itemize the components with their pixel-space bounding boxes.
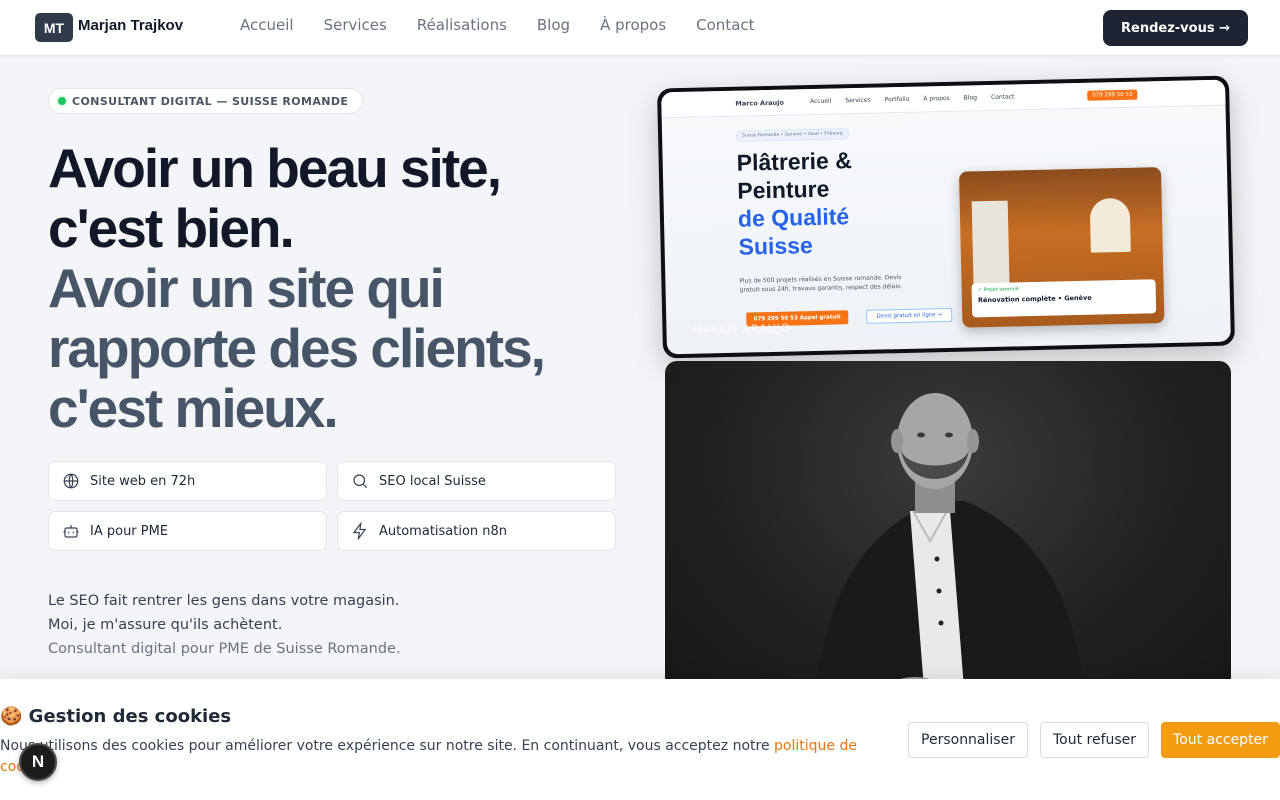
mockup-screen: Marco Araujo Accueil Services Portfolio … [661, 79, 1231, 355]
feature-seo-local[interactable]: SEO local Suisse [337, 461, 616, 501]
headline-line: c'est bien. [48, 197, 295, 259]
mockup-title-line: Suisse [738, 232, 814, 260]
feature-automatisation[interactable]: Automatisation n8n [337, 511, 616, 551]
feature-grid: Site web en 72h SEO local Suisse IA pour… [48, 461, 616, 551]
photo-tag: ✓ Projet terminé [977, 286, 1019, 294]
bot-icon [63, 525, 79, 538]
headline-line: Avoir un site qui [48, 257, 445, 319]
lightning-icon [352, 522, 367, 540]
cookie-banner: 🍪 Gestion des cookies Nous utilisons des… [0, 679, 1280, 800]
feature-label: Automatisation n8n [379, 523, 508, 539]
mockup-phone: 079 299 50 53 [1087, 89, 1138, 101]
feature-site-web[interactable]: Site web en 72h [48, 461, 327, 501]
mockup-description: Plus de 500 projets réalisés en Suisse r… [739, 274, 903, 294]
nav-contact[interactable]: Contact [696, 16, 754, 34]
mockup-title-line: Peinture [737, 175, 830, 204]
cookie-text: Nous utilisons des cookies pour améliore… [0, 736, 880, 778]
headline-line: Avoir un beau site, [48, 137, 502, 199]
mockup-title: Plâtrerie & Peinture de Qualité Suisse [736, 146, 854, 261]
mockup-title-line: Plâtrerie & [736, 147, 853, 176]
globe-icon [63, 473, 79, 489]
tagline-line: Le SEO fait rentrer les gens dans votre … [48, 593, 400, 609]
status-dot [58, 97, 66, 105]
room-door [971, 200, 1010, 286]
rendez-vous-button[interactable]: Rendez-vous → [1103, 10, 1248, 46]
site-header: MT Marjan Trajkov Accueil Services Réali… [0, 0, 1280, 56]
nav-a-propos[interactable]: À propos [600, 16, 666, 34]
headline-line: rapporte des clients, [48, 317, 546, 379]
nav-accueil[interactable]: Accueil [240, 16, 294, 34]
portrait-figure [815, 393, 1085, 701]
main-nav: Accueil Services Réalisations Blog À pro… [240, 16, 785, 34]
tagline-line: Moi, je m'assure qu'ils achètent. [48, 617, 283, 633]
hero-headline: Avoir un beau site, c'est bien. Avoir un… [48, 137, 546, 439]
cookie-message: Nous utilisons des cookies pour améliore… [0, 738, 775, 754]
logo-name[interactable]: Marjan Trajkov [78, 17, 183, 34]
nav-services[interactable]: Services [324, 16, 387, 34]
photo-caption-text: Rénovation complète • Genève [977, 293, 1092, 305]
mockup-brand: Marco Araujo [735, 98, 785, 108]
nav-blog[interactable]: Blog [537, 16, 570, 34]
nav-realisations[interactable]: Réalisations [417, 16, 507, 34]
headline-line: c'est mieux. [48, 377, 339, 439]
feature-label: Site web en 72h [90, 473, 196, 489]
logo-badge[interactable]: MT [35, 13, 73, 42]
mockup-nav-item: Services [845, 96, 871, 105]
tagline-subline: Consultant digital pour PME de Suisse Ro… [48, 641, 401, 657]
feature-label: IA pour PME [90, 523, 169, 539]
mockup-room-photo: ✓ Projet terminé Rénovation complète • G… [958, 167, 1165, 328]
feature-ia-pme[interactable]: IA pour PME [48, 511, 327, 551]
mockup-nav-item: Portfolio [884, 95, 910, 104]
cookie-title: 🍪 Gestion des cookies [0, 706, 232, 727]
search-icon [353, 474, 368, 489]
customize-button[interactable]: Personnaliser [908, 722, 1028, 758]
mockup-title-line: de Qualité [737, 203, 850, 232]
feature-label: SEO local Suisse [379, 473, 486, 489]
website-mockup-card[interactable]: Marco Araujo Accueil Services Portfolio … [657, 75, 1235, 359]
hero-tagline: Le SEO fait rentrer les gens dans votre … [48, 589, 401, 661]
mockup-badge: Suisse Romande • Genève • Vaud • Fribour… [735, 128, 849, 142]
mockup-quote-button: Devis gratuit en ligne → [866, 307, 953, 324]
pill-label: CONSULTANT DIGITAL — SUISSE ROMANDE [72, 94, 349, 108]
mockup-nav-item: Contact [990, 93, 1015, 101]
portrait-photo [665, 361, 1231, 701]
consultant-pill: CONSULTANT DIGITAL — SUISSE ROMANDE [48, 88, 364, 114]
mockup-nav-item: Blog [963, 94, 978, 102]
accept-all-button[interactable]: Tout accepter [1161, 722, 1280, 758]
mockup-nav-item: Accueil [809, 97, 832, 106]
mockup-watermark: MARCO ARAUJO [692, 321, 791, 337]
refuse-all-button[interactable]: Tout refuser [1040, 722, 1149, 758]
mockup-nav-item: À propos [923, 94, 950, 103]
mockup-nav: Marco Araujo Accueil Services Portfolio … [661, 79, 1226, 119]
n-badge-button[interactable]: N [19, 743, 57, 781]
mockup-photo-caption: ✓ Projet terminé Rénovation complète • G… [971, 279, 1157, 318]
room-window [1089, 197, 1131, 253]
